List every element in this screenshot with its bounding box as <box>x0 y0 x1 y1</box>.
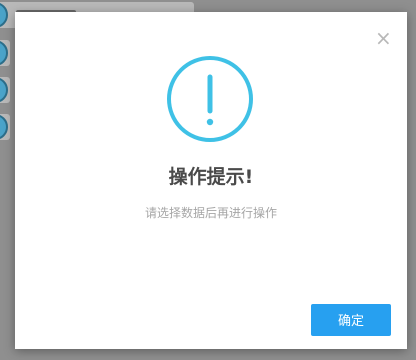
confirm-button[interactable]: 确定 <box>311 304 391 336</box>
dialog-title: 操作提示! <box>168 166 254 188</box>
exclamation-circle-icon <box>167 56 253 142</box>
background-list-bullet-icon <box>0 77 8 103</box>
background-list-bullet-icon <box>0 2 8 28</box>
background-list-item <box>0 40 10 66</box>
close-icon[interactable]: × <box>375 28 392 48</box>
background-list-item <box>0 114 10 140</box>
background-list-bullet-icon <box>0 40 8 66</box>
alert-dialog: × 操作提示! 请选择数据后再进行操作 确定 <box>15 12 407 349</box>
dialog-message: 请选择数据后再进行操作 <box>144 206 277 220</box>
background-list-item <box>0 77 10 103</box>
background-list-bullet-icon <box>0 114 8 140</box>
